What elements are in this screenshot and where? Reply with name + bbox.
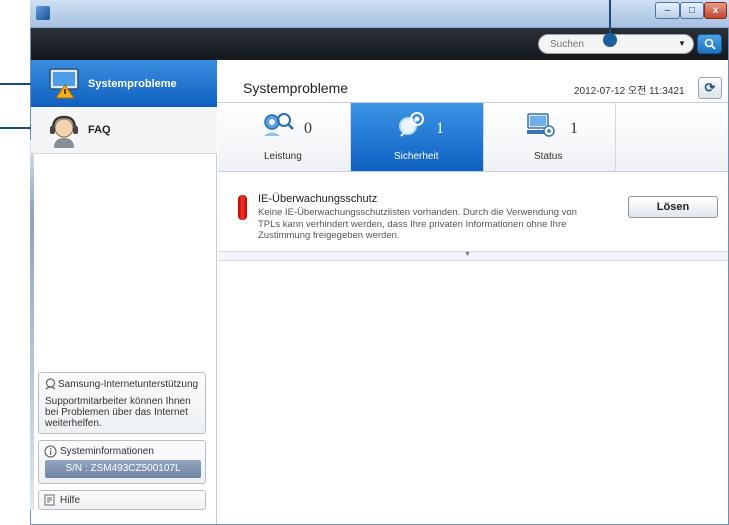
info-icon	[44, 445, 57, 458]
tab-status-count: 1	[570, 120, 578, 137]
expand-bar[interactable]	[218, 251, 728, 261]
support-title: Samsung-Internetunterstützung	[58, 379, 199, 390]
datetime-label: 2012-07-12 오전 11:3421	[574, 86, 685, 97]
minimize-button[interactable]: –	[655, 2, 680, 19]
tab-sicherheit-count: 1	[436, 120, 444, 137]
page-title: Systemprobleme	[243, 80, 349, 96]
search-dropdown-icon[interactable]: ▼	[676, 36, 688, 52]
support-agent-icon	[44, 377, 57, 390]
status-computer-icon	[526, 110, 556, 140]
help-document-icon	[44, 494, 56, 506]
sidebar-item-label: Systemprobleme	[88, 78, 177, 90]
issue-alert-marker	[238, 195, 247, 220]
refresh-icon: ⟳	[704, 80, 716, 95]
tab-leistung-label: Leistung	[264, 151, 302, 162]
callout-line-search	[609, 0, 611, 36]
tab-leistung-count: 0	[304, 120, 312, 137]
search-icon	[704, 38, 716, 50]
search-button[interactable]	[697, 34, 722, 54]
sidebar-item-label: FAQ	[88, 124, 111, 136]
search-input[interactable]	[550, 37, 650, 51]
monitor-warning-icon	[48, 66, 82, 100]
callout-dot-search	[603, 33, 617, 47]
tab-sicherheit-label: Sicherheit	[394, 151, 439, 162]
app-icon	[36, 6, 50, 20]
close-button[interactable]: x	[704, 2, 727, 19]
maximize-button[interactable]: □	[680, 2, 704, 19]
headset-support-icon	[48, 115, 80, 149]
title-bar[interactable]	[30, 0, 729, 28]
issue-description: Keine IE-Überwachungsschutzlisten vorhan…	[258, 207, 577, 241]
system-info-title: Systeminformationen	[60, 446, 154, 457]
security-icon	[396, 110, 428, 140]
divider	[218, 171, 728, 172]
tab-status-label: Status	[534, 151, 563, 162]
chevron-down-icon[interactable]: ▼	[464, 251, 471, 258]
help-label: Hilfe	[60, 495, 81, 506]
performance-search-icon	[262, 110, 294, 140]
support-description: Supportmitarbeiter können Ihnen bei Prob…	[45, 396, 191, 429]
tab-empty-slot	[616, 103, 728, 171]
issue-title: IE-Überwachungsschutz	[258, 193, 378, 205]
sidebar-edge-accent	[30, 140, 34, 510]
serial-number: S/N : ZSM493CZ500107L	[45, 460, 201, 478]
refresh-button[interactable]: ⟳	[698, 77, 722, 99]
solve-button[interactable]: Lösen	[628, 196, 718, 218]
